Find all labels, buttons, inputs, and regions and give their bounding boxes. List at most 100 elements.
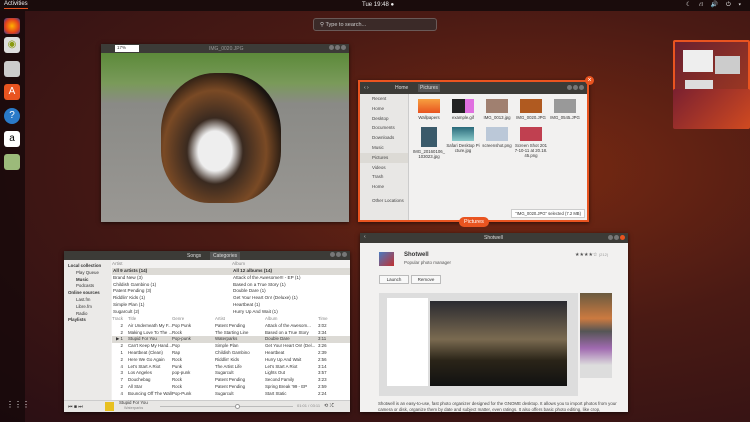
column-header[interactable]: Time [318, 316, 332, 323]
track-row[interactable]: 7 Douchebag Rock Patent Pending Second Famil… [112, 377, 350, 384]
path-home[interactable]: Home [395, 85, 408, 91]
sidebar-item[interactable]: Recent [360, 94, 408, 104]
sidebar-item[interactable]: Music [66, 277, 109, 284]
column-header[interactable]: Genre [172, 316, 215, 323]
sidebar-item[interactable]: Local collection [66, 263, 109, 270]
artist-item[interactable]: Simple Plan (1) [112, 302, 232, 309]
track-row[interactable]: 4 Bouncing Off The Walls Pop-Punk Sugarcult… [112, 391, 350, 398]
sidebar-item[interactable]: Radio [66, 311, 109, 318]
tab-categories[interactable]: Categories [210, 252, 241, 260]
sidebar-item[interactable]: Playlists [66, 317, 109, 324]
album-item[interactable]: Hurry Up And Wait (1) [232, 309, 350, 316]
window-controls[interactable] [566, 85, 584, 92]
repeat-shuffle-icons[interactable]: ⟲ ⤮ [324, 403, 334, 409]
zoom-select[interactable]: 17% [115, 45, 139, 52]
window-controls[interactable] [607, 235, 625, 242]
sidebar-item[interactable]: Last.fm [66, 297, 109, 304]
back-icon[interactable]: ‹ [364, 234, 366, 240]
back-forward-buttons[interactable]: ‹ › [364, 85, 369, 91]
software-icon[interactable]: A [4, 84, 20, 100]
track-row[interactable]: 2 Can't Keep My Hand... Pop Simple Plan Get … [112, 343, 350, 350]
window-controls[interactable] [328, 45, 346, 52]
disk-icon[interactable]: ◉ [4, 37, 20, 53]
sidebar-item[interactable]: Videos [360, 163, 408, 173]
file-item[interactable]: Screen Shot 2017-10-11 at 20.18.45.png [514, 127, 548, 158]
artist-item[interactable]: Riddlin' Kids (1) [112, 295, 232, 302]
artist-item[interactable]: Patent Pending (3) [112, 288, 232, 295]
column-header[interactable]: Artist [215, 316, 265, 323]
track-row[interactable]: 2 All Star Rock Patent Pending Spring Break … [112, 384, 350, 391]
playback-controls[interactable]: ⏮ ■ ⏭ [68, 404, 83, 410]
track-row[interactable]: 2 Making Love To The ... Rock The Starting … [112, 330, 350, 337]
track-row[interactable]: 1 Heartbeat (Clean) Rap Childish Gambino Hea… [112, 350, 350, 357]
sidebar-item[interactable]: Documents [360, 123, 408, 133]
sidebar-item[interactable]: Trash [360, 172, 408, 182]
track-cell: Sugarcult [215, 370, 234, 376]
firefox-icon[interactable] [4, 18, 20, 34]
sidebar-item[interactable]: Music [360, 143, 408, 153]
help-icon[interactable]: ? [4, 108, 20, 124]
music-window[interactable]: Songs Categories Local collection Play Qu… [64, 251, 350, 412]
progress-slider[interactable] [160, 404, 293, 409]
album-item[interactable]: All 12 albums (14) [232, 268, 350, 275]
amazon-icon[interactable]: a [4, 131, 20, 147]
workspace-2[interactable] [673, 89, 750, 129]
track-row[interactable]: 2 Here We Go Again Rock Riddlin' Kids Hurry … [112, 357, 350, 364]
file-item[interactable]: Safari Desktop Picture.jpg [446, 127, 480, 153]
file-item[interactable]: Wallpapers [412, 99, 446, 120]
file-item[interactable]: screenshot.png [480, 127, 514, 148]
sidebar-item[interactable]: Other Locations [360, 196, 408, 206]
files-window[interactable]: ‹ › Home Pictures Recent Home Desktop Docum… [358, 80, 589, 222]
remove-button[interactable]: Remove [411, 275, 441, 284]
sidebar-item[interactable]: Downloads [360, 133, 408, 143]
artist-item[interactable]: All 9 artists (14) [112, 268, 232, 275]
sidebar-item[interactable]: Play Queue [66, 270, 109, 277]
file-item[interactable]: IMG_0013.jpg [480, 99, 514, 120]
artist-item[interactable]: Brand New (3) [112, 275, 232, 282]
screenshot-main[interactable] [379, 293, 578, 396]
system-tray[interactable]: ☾ ⛙ 🔊 ⏻ ▾ [686, 1, 744, 9]
sidebar-item[interactable]: Podcasts [66, 283, 109, 290]
track-row[interactable]: 2 Air Underneath My F... Pop Punk Patent Pe… [112, 323, 350, 330]
viewer-title: IMG_0020.JPG [209, 46, 244, 52]
file-item[interactable]: IMG_0020.JPG [514, 99, 548, 120]
file-item[interactable]: IMG_0545.JPG [548, 99, 582, 120]
sidebar-item[interactable]: Desktop [360, 114, 408, 124]
activities-button[interactable]: Activities [4, 1, 28, 9]
track-cell: The Starting Line [215, 329, 249, 335]
files-icon[interactable] [4, 61, 20, 77]
album-item[interactable]: Based on a True Story (1) [232, 282, 350, 289]
column-header[interactable]: Title [128, 316, 172, 323]
column-header[interactable]: Track [112, 316, 128, 323]
tab-songs[interactable]: Songs [187, 253, 201, 259]
album-item[interactable]: Double Dare (1) [232, 288, 350, 295]
artist-item[interactable]: Childish Gambino (1) [112, 282, 232, 289]
launch-button[interactable]: Launch [379, 275, 409, 284]
column-header[interactable]: Album [265, 316, 318, 323]
file-item[interactable]: IMG_20160106_103023.jpg [412, 127, 446, 159]
album-item[interactable]: Get Your Heart On! (Deluxe) (1) [232, 295, 350, 302]
path-current[interactable]: Pictures [418, 84, 441, 92]
sidebar-item[interactable]: Pictures [360, 152, 408, 163]
shotwell-icon[interactable] [4, 154, 20, 170]
sidebar-item[interactable]: Online sources [66, 290, 109, 297]
software-window[interactable]: ‹ Shotwell Shotwell Popular photo manage… [360, 233, 628, 412]
track-row[interactable]: 4 Let's Start A Riot Punk The Artist Life Le… [112, 364, 350, 371]
sidebar-item[interactable]: Libre.fm [66, 304, 109, 311]
album-item[interactable]: Attack of the Awesome!!! - EP (1) [232, 275, 350, 282]
track-row[interactable]: 3 Los Angeles pop-punk Sugarcult Lights Out 3… [112, 370, 350, 377]
show-apps-icon[interactable]: ⋮⋮⋮ [6, 401, 30, 409]
screenshot-thumbnails[interactable] [580, 293, 612, 378]
sidebar-item[interactable]: Home [360, 182, 408, 192]
file-item[interactable]: example.gif [446, 99, 480, 120]
search-input[interactable]: ⚲ Type to search... [313, 18, 437, 31]
close-window-icon[interactable]: × [585, 76, 594, 85]
track-row[interactable]: ▶ 1 Stupid For You Pop-punk Waterparks Doubl… [112, 336, 350, 344]
album-item[interactable]: Heartbeat (1) [232, 302, 350, 309]
clock[interactable]: Tue 19:48 ● [362, 2, 394, 8]
sidebar-item[interactable]: Home [360, 104, 408, 114]
window-controls[interactable] [329, 252, 347, 259]
track-cell: 3 [120, 370, 123, 376]
artist-item[interactable]: Sugarcult (2) [112, 309, 232, 316]
image-viewer-window[interactable]: 17% IMG_0020.JPG [101, 44, 349, 222]
